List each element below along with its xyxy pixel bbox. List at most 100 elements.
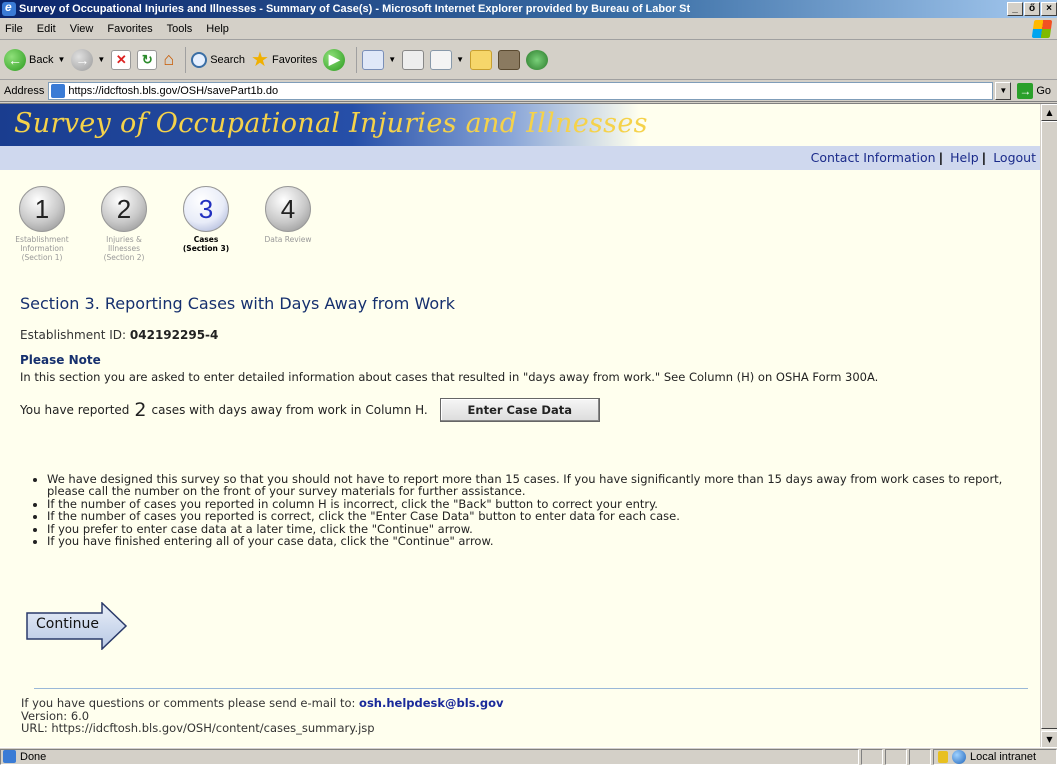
back-label: Back [29, 53, 54, 66]
intranet-icon [952, 749, 966, 764]
go-label: Go [1036, 84, 1051, 97]
scroll-thumb[interactable] [1041, 121, 1057, 729]
note-text: In this section you are asked to enter d… [20, 370, 879, 384]
step-3-label: Cases (Section 3) [182, 235, 230, 253]
reported-cases-row: You have reported 2 cases with days away… [20, 398, 1030, 422]
close-button[interactable]: × [1041, 2, 1057, 16]
scroll-down-icon[interactable]: ▼ [1041, 731, 1057, 747]
step-1[interactable]: 1 Establishment Information (Section 1) [12, 186, 72, 262]
step-3-circle: 3 [183, 186, 229, 232]
reported-prefix: You have reported [20, 403, 130, 417]
back-dropdown-icon[interactable]: ▼ [57, 55, 65, 64]
address-bar: Address https://idcftosh.bls.gov/OSH/sav… [0, 80, 1057, 102]
forward-button[interactable]: → ▼ [71, 48, 105, 71]
step-4[interactable]: 4 Data Review [258, 186, 318, 262]
address-dropdown-icon[interactable]: ▼ [995, 81, 1012, 100]
link-separator: | [938, 150, 944, 165]
favorites-button[interactable]: ★ Favorites [251, 47, 317, 72]
status-main: Done [0, 748, 859, 765]
menu-file[interactable]: File [0, 23, 30, 35]
minimize-button[interactable]: _ [1007, 2, 1023, 16]
search-button[interactable]: Search [191, 51, 246, 68]
research-books-icon [498, 49, 521, 70]
step-4-circle: 4 [265, 186, 311, 232]
done-page-icon [3, 750, 16, 763]
step-2[interactable]: 2 Injuries & Illnesses (Section 2) [94, 186, 154, 262]
home-icon: ⌂ [163, 49, 175, 69]
step-2-circle: 2 [101, 186, 147, 232]
status-cell [861, 748, 883, 765]
refresh-button[interactable]: ↻ [137, 49, 158, 70]
print-icon [402, 49, 425, 70]
note-heading: Please Note [20, 353, 101, 367]
forward-arrow-icon: → [71, 48, 94, 71]
folder-button[interactable] [470, 49, 493, 70]
media-button[interactable]: ▶ [323, 48, 346, 71]
step-1-label: Establishment Information (Section 1) [15, 235, 69, 262]
zone-label: Local intranet [970, 750, 1037, 763]
mail-button[interactable]: ▼ [362, 49, 396, 70]
status-cell [885, 748, 907, 765]
page-footer: If you have questions or comments please… [21, 697, 504, 735]
menu-tools[interactable]: Tools [160, 23, 200, 35]
instructions-list: We have designed this survey so that you… [47, 473, 1027, 548]
go-button[interactable]: → Go [1017, 82, 1051, 99]
address-label: Address [4, 84, 45, 97]
scroll-up-icon[interactable]: ▲ [1041, 104, 1057, 121]
windows-logo-icon [1031, 20, 1053, 38]
media-icon: ▶ [323, 48, 346, 71]
link-separator: | [981, 150, 987, 165]
helpdesk-email-link[interactable]: osh.helpdesk@bls.gov [359, 696, 504, 710]
stop-button[interactable]: ✕ [111, 49, 132, 70]
mail-icon [362, 49, 385, 70]
toolbar-separator [356, 46, 358, 73]
main-content: Section 3. Reporting Cases with Days Awa… [20, 294, 1030, 422]
banner-title: Survey of Occupational Injuries and Illn… [14, 108, 648, 139]
edit-dropdown-icon[interactable]: ▼ [456, 55, 464, 64]
list-item: If you have finished entering all of you… [47, 535, 1027, 548]
reported-count: 2 [134, 399, 147, 421]
stop-icon: ✕ [111, 49, 132, 70]
mail-dropdown-icon[interactable]: ▼ [388, 55, 396, 64]
go-arrow-icon: → [1017, 82, 1034, 99]
logout-link[interactable]: Logout [993, 150, 1036, 165]
window-title: Survey of Occupational Injuries and Illn… [19, 3, 691, 15]
refresh-icon: ↻ [137, 49, 158, 70]
contact-line: If you have questions or comments please… [21, 697, 504, 710]
step-2-label: Injuries & Illnesses (Section 2) [103, 235, 145, 262]
menu-edit[interactable]: Edit [30, 23, 63, 35]
status-text: Done [20, 750, 47, 763]
status-cell [909, 748, 931, 765]
address-url: https://idcftosh.bls.gov/OSH/savePart1b.… [68, 84, 279, 97]
back-button[interactable]: ← Back ▼ [4, 48, 65, 71]
menu-favorites[interactable]: Favorites [100, 23, 159, 35]
internet-explorer-icon [2, 0, 16, 16]
status-bar: Done Local intranet [0, 747, 1057, 765]
restore-button[interactable]: ő [1024, 2, 1040, 16]
window-controls: _ ő × [1007, 2, 1057, 16]
home-button[interactable]: ⌂ [163, 49, 174, 70]
back-arrow-icon: ← [4, 48, 26, 71]
forward-dropdown-icon[interactable]: ▼ [97, 55, 105, 64]
contact-information-link[interactable]: Contact Information [811, 150, 936, 165]
continue-button[interactable]: Continue [26, 602, 128, 650]
page-url-text: URL: https://idcftosh.bls.gov/OSH/conten… [21, 721, 375, 735]
messenger-button[interactable] [526, 49, 549, 70]
print-button[interactable] [402, 49, 425, 70]
continue-label: Continue [36, 616, 99, 632]
edit-page-icon [430, 49, 453, 70]
messenger-icon [526, 49, 549, 70]
vertical-scrollbar[interactable]: ▲ ▼ [1040, 104, 1057, 747]
edit-button[interactable]: ▼ [430, 49, 464, 70]
favorites-label: Favorites [271, 53, 318, 66]
research-button[interactable] [498, 49, 521, 70]
menu-help[interactable]: Help [199, 23, 236, 35]
address-input[interactable]: https://idcftosh.bls.gov/OSH/savePart1b.… [48, 81, 994, 100]
menu-bar: File Edit View Favorites Tools Help [0, 18, 1057, 40]
enter-case-data-button[interactable]: Enter Case Data [439, 398, 600, 422]
standard-toolbar: ← Back ▼ → ▼ ✕ ↻ ⌂ Search ★ Favorites ▶ … [0, 40, 1057, 80]
help-link[interactable]: Help [950, 150, 979, 165]
page-viewport: Survey of Occupational Injuries and Illn… [0, 103, 1057, 747]
search-label: Search [210, 53, 246, 66]
menu-view[interactable]: View [63, 23, 101, 35]
